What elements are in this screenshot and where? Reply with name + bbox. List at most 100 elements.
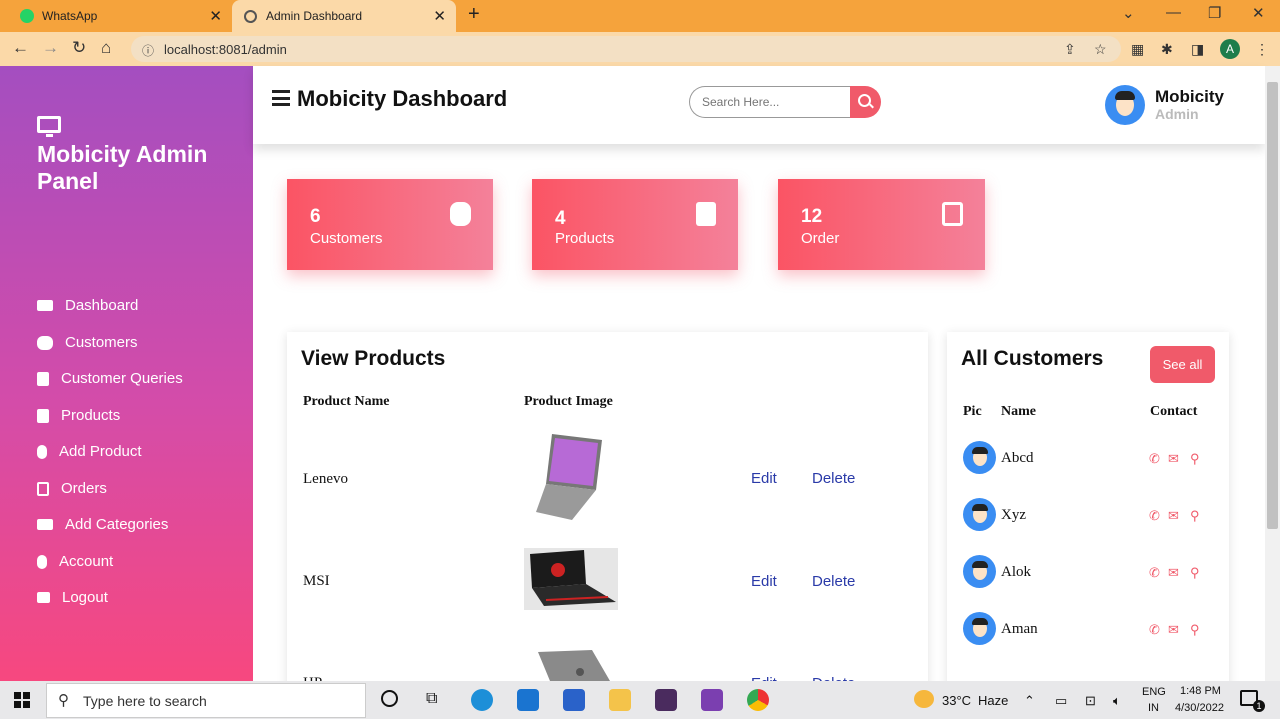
stat-label: Order [801,230,840,247]
sidebar-item-label: Customer Queries [61,370,183,387]
sidebar-item-customer-queries[interactable]: Customer Queries [37,370,183,387]
game-app-icon[interactable] [655,689,677,711]
map-marker-icon[interactable]: ⚲ [1190,622,1200,638]
weather-icon[interactable] [914,690,934,708]
network-icon[interactable]: ⊡ [1085,693,1096,709]
taskbar-search-box[interactable]: Type here to search [46,683,366,718]
taskbar-search-text: Type here to search [83,692,207,709]
mail-icon[interactable] [517,689,539,711]
clock-time[interactable]: 1:48 PM [1180,685,1221,697]
language-top[interactable]: ENG [1142,686,1166,698]
sidebar-item-customers[interactable]: Customers [37,334,138,351]
profile-avatar[interactable]: A [1220,39,1240,59]
new-tab-button[interactable]: + [468,3,480,26]
map-marker-icon[interactable]: ⚲ [1190,565,1200,581]
weather-temp[interactable]: 33°C [942,693,971,708]
user-role: Admin [1155,106,1199,122]
sidebar-item-label: Dashboard [65,297,139,314]
file-explorer-icon[interactable] [609,689,631,711]
sidebar-item-label: Add Categories [65,516,169,533]
cortana-icon[interactable] [381,690,398,707]
pdf-icon [37,481,49,496]
phone-icon[interactable]: ✆ [1149,565,1160,581]
see-all-button[interactable]: See all [1150,346,1215,383]
user-avatar[interactable] [1105,85,1145,125]
envelope-icon[interactable]: ✉ [1168,622,1179,638]
back-icon[interactable]: ← [12,38,29,58]
sidebar-item-add-product[interactable]: Add Product [37,443,142,460]
edit-link[interactable]: Edit [751,573,777,590]
home-icon[interactable]: ⌂ [101,38,111,58]
url-text[interactable]: localhost:8081/admin [164,42,287,57]
clock-date[interactable]: 4/30/2022 [1175,702,1224,714]
sidebar-item-label: Orders [61,480,107,497]
user-icon [37,444,47,459]
sign-out-icon [37,592,50,603]
windows-start-icon[interactable] [14,692,30,708]
stat-count: 12 [801,206,823,227]
bookmark-star-icon[interactable]: ☆ [1094,41,1110,57]
minimize-button[interactable]: — [1166,4,1181,21]
close-window-button[interactable]: ✕ [1252,4,1265,22]
store-icon[interactable] [563,689,585,711]
edit-link[interactable]: Edit [751,470,777,487]
maximize-button[interactable]: ❐ [1208,4,1221,22]
tab-title: Admin Dashboard [266,9,363,23]
page-title: Mobicity Dashboard [297,86,508,111]
stat-label: Products [555,230,615,247]
puzzle-icon[interactable]: ✱ [1161,41,1177,57]
sidebar-item-orders[interactable]: Orders [37,480,107,497]
column-header-pic: Pic [963,404,982,419]
stat-count: 4 [555,208,566,229]
tray-chevron-icon[interactable]: ⌃ [1024,693,1035,709]
battery-icon[interactable]: ▭ [1055,693,1067,709]
tab-whatsapp[interactable]: WhatsApp ✕ [10,0,232,32]
sidebar-item-logout[interactable]: Logout [37,589,108,606]
envelope-icon[interactable]: ✉ [1168,565,1179,581]
delete-link[interactable]: Delete [812,573,855,590]
chrome-icon[interactable] [747,689,769,711]
envelope-icon[interactable]: ✉ [1168,451,1179,467]
sidebar-item-add-categories[interactable]: Add Categories [37,516,168,533]
envelope-icon[interactable]: ✉ [1168,508,1179,524]
sidebar-item-dashboard[interactable]: Dashboard [37,297,138,314]
sidebar-item-products[interactable]: Products [37,407,120,424]
search-button[interactable] [850,86,881,118]
scrollbar-thumb[interactable] [1267,82,1278,529]
sidebar-item-account[interactable]: Account [37,553,113,570]
menu-dots-icon[interactable]: ⋮ [1255,41,1271,57]
file-icon [37,408,49,423]
stat-card-products[interactable]: 4 Products [532,179,738,270]
close-tab-icon[interactable]: ✕ [209,7,222,25]
onenote-icon[interactable] [701,689,723,711]
share-icon[interactable]: ⇪ [1064,41,1080,57]
notification-badge: 1 [1253,700,1265,712]
phone-icon[interactable]: ✆ [1149,508,1160,524]
weather-desc[interactable]: Haze [978,693,1008,708]
stat-card-customers[interactable]: 6 Customers [287,179,493,270]
sidebar-item-label: Add Product [59,443,142,460]
phone-icon[interactable]: ✆ [1149,622,1160,638]
customer-avatar [963,555,996,588]
extension-icon[interactable]: ▦ [1131,41,1147,57]
customer-name: Alok [1001,564,1031,580]
sidepanel-icon[interactable]: ◨ [1191,41,1207,57]
info-icon[interactable]: ⓘ [142,42,154,59]
phone-icon[interactable]: ✆ [1149,451,1160,467]
customer-name: Abcd [1001,450,1034,466]
map-marker-icon[interactable]: ⚲ [1190,508,1200,524]
forward-icon[interactable]: → [42,38,59,58]
map-marker-icon[interactable]: ⚲ [1190,451,1200,467]
stat-card-orders[interactable]: 12 Order [778,179,985,270]
language-bottom[interactable]: IN [1148,702,1159,714]
close-tab-icon[interactable]: ✕ [433,7,446,25]
tab-admin-dashboard[interactable]: Admin Dashboard ✕ [232,0,456,32]
task-view-icon[interactable]: ⧉ [426,690,437,708]
search-input[interactable] [689,86,852,118]
edge-icon[interactable] [471,689,493,711]
volume-icon[interactable]: 🔈︎ [1113,693,1121,709]
delete-link[interactable]: Delete [812,470,855,487]
hamburger-menu-icon[interactable] [272,90,290,106]
reload-icon[interactable]: ↻ [72,38,86,58]
tab-search-icon[interactable]: ⌄ [1122,4,1135,22]
